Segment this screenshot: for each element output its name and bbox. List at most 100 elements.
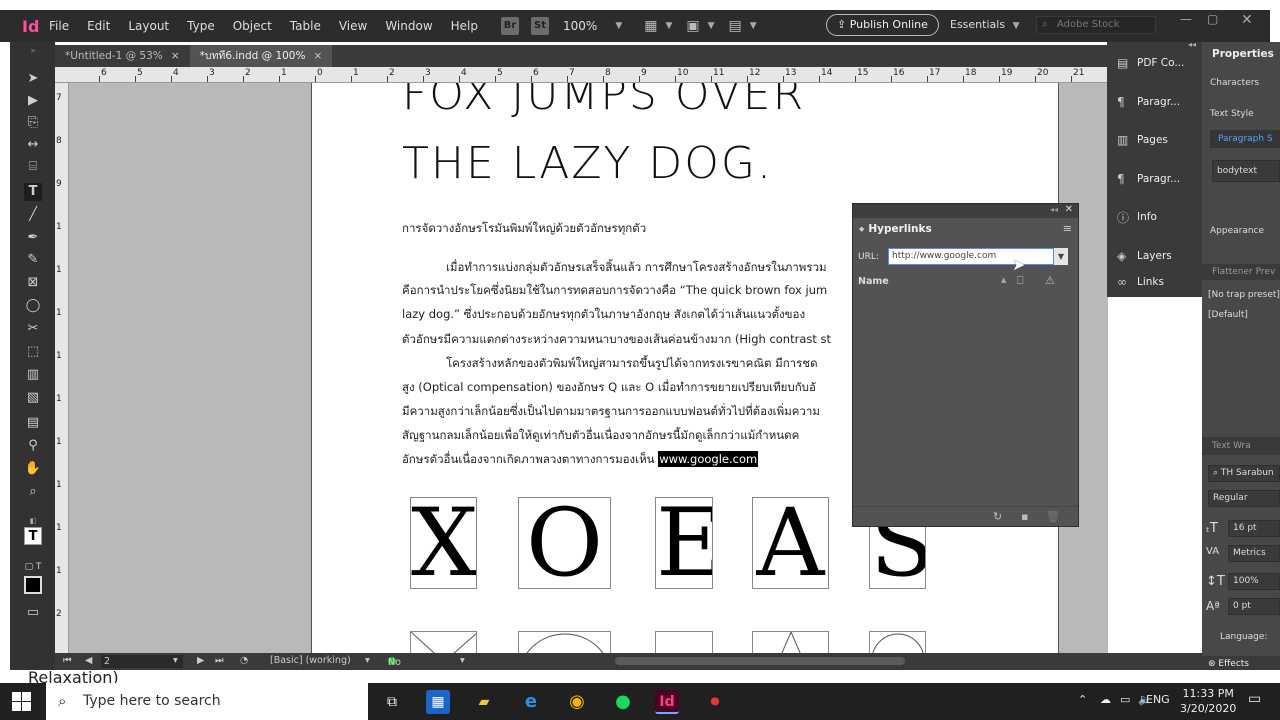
- chevron-down-icon[interactable]: ▾: [173, 655, 178, 666]
- expand-panels-icon[interactable]: ◂◂: [1188, 40, 1196, 49]
- notifications-icon[interactable]: ▭: [1248, 691, 1261, 707]
- menu-table[interactable]: Table: [281, 19, 330, 33]
- panel-pages[interactable]: ▥ Pages: [1117, 130, 1202, 150]
- style-select[interactable]: bodytext: [1212, 160, 1280, 182]
- record-icon[interactable]: ⏺: [703, 690, 727, 714]
- screen-mode-icon[interactable]: ▭: [24, 604, 42, 622]
- chevron-down-icon[interactable]: ▼: [615, 21, 622, 31]
- collapse-panel-icon[interactable]: ◂◂: [1050, 205, 1058, 214]
- tray-chevron-icon[interactable]: ⌃: [1078, 693, 1087, 706]
- first-page-icon[interactable]: ⏮: [63, 655, 72, 666]
- horizontal-scrollbar[interactable]: [615, 657, 905, 665]
- panel-links[interactable]: ∞ Links: [1117, 272, 1202, 292]
- next-page-icon[interactable]: ▶: [197, 655, 204, 666]
- sort-icon[interactable]: ▲: [1001, 276, 1006, 284]
- line-tool-icon[interactable]: ╱: [24, 206, 42, 224]
- panel-paragraph[interactable]: ¶ Paragr...: [1117, 169, 1202, 189]
- pen-tool-icon[interactable]: ✒: [24, 229, 42, 247]
- ellipse-tool-icon[interactable]: ◯: [24, 297, 42, 315]
- task-view-icon[interactable]: ⧉: [380, 690, 404, 714]
- vertical-ruler[interactable]: 7 8 9 1 1 1 1 1 1 1 1 1 2: [55, 83, 69, 653]
- gradient-feather-tool-icon[interactable]: ▧: [24, 389, 42, 407]
- close-icon[interactable]: ×: [313, 50, 322, 62]
- kerning-field[interactable]: Metrics: [1228, 545, 1280, 562]
- direct-selection-tool-icon[interactable]: ▶: [24, 92, 42, 110]
- language-indicator[interactable]: ENG: [1146, 693, 1170, 706]
- note-tool-icon[interactable]: ▤: [24, 414, 42, 432]
- paragraph-style-tab[interactable]: Paragraph S: [1210, 130, 1280, 148]
- baseline-shift-field[interactable]: 0 pt: [1228, 598, 1280, 615]
- scissors-tool-icon[interactable]: ✂: [24, 320, 42, 338]
- close-icon[interactable]: ✕: [1241, 12, 1253, 28]
- free-transform-tool-icon[interactable]: ⬚: [24, 343, 42, 361]
- hyperlinks-panel[interactable]: ◂◂ ✕ ◆ Hyperlinks ≡ URL: http://www.google…: [852, 203, 1079, 527]
- url-input[interactable]: http://www.google.com: [888, 248, 1054, 265]
- menu-file[interactable]: File: [40, 19, 78, 33]
- name-column-header[interactable]: Name: [858, 276, 889, 287]
- formatting-container-icon[interactable]: ▢ T: [24, 558, 42, 576]
- tab-untitled[interactable]: *Untitled-1 @ 53% ×: [55, 45, 190, 67]
- vertical-scale-field[interactable]: 100%: [1228, 573, 1280, 590]
- chevron-down-icon[interactable]: ▼: [665, 21, 672, 31]
- chrome-icon[interactable]: ◉: [565, 690, 589, 714]
- panel-info[interactable]: ⓘ Info: [1117, 207, 1202, 227]
- windows-start-icon[interactable]: [12, 692, 32, 712]
- publish-online-button[interactable]: ⇪ Publish Online: [826, 14, 939, 36]
- menu-window[interactable]: Window: [376, 19, 441, 33]
- close-icon[interactable]: ×: [171, 50, 180, 62]
- workspace-switcher[interactable]: Essentials ▼: [950, 18, 1019, 31]
- file-explorer-icon[interactable]: ▰: [472, 690, 496, 714]
- panel-menu-icon[interactable]: ≡: [1063, 222, 1072, 235]
- status-style[interactable]: [Basic] (working): [270, 655, 351, 666]
- hyperlinks-list[interactable]: [853, 292, 1078, 492]
- horizontal-ruler[interactable]: 6 5 4 3 2 1 0 1 2 3 4 5 6 7 8 9 10 11 12 13 14 15 16 17 18 19 20 21…: [55, 67, 1120, 83]
- fill-stroke-icon[interactable]: [24, 576, 42, 594]
- panel-paragraph-styles[interactable]: ¶ Paragr...: [1117, 92, 1202, 112]
- type-tool-icon[interactable]: T: [24, 183, 42, 201]
- collapse-icon[interactable]: »: [24, 42, 42, 60]
- menu-layout[interactable]: Layout: [119, 19, 178, 33]
- minimize-icon[interactable]: —: [1180, 12, 1192, 26]
- font-family-field[interactable]: ⌕ TH Sarabun: [1208, 465, 1280, 482]
- view-options-icon[interactable]: ▦: [644, 18, 657, 34]
- network-icon[interactable]: ▭: [1120, 693, 1130, 706]
- screen-mode-icon[interactable]: ▣: [686, 18, 699, 34]
- page-number-field[interactable]: 2: [101, 655, 183, 668]
- eyedropper-tool-icon[interactable]: ⚲: [24, 437, 42, 455]
- formatting-text-icon[interactable]: T: [24, 527, 42, 545]
- adobe-stock-search[interactable]: ⌕ Adobe Stock: [1036, 16, 1156, 34]
- edge-icon[interactable]: e: [519, 690, 543, 714]
- font-style-field[interactable]: Regular: [1208, 490, 1280, 507]
- store-icon[interactable]: ▦: [426, 690, 450, 714]
- gap-tool-icon[interactable]: ↔: [24, 136, 42, 154]
- selection-tool-icon[interactable]: ➤: [24, 70, 42, 88]
- content-collector-icon[interactable]: ⌸: [24, 158, 42, 176]
- bridge-button[interactable]: Br: [501, 17, 519, 35]
- tab-chapter6[interactable]: *บทที6.indd @ 100% ×: [189, 45, 333, 67]
- chevron-down-icon[interactable]: ▼: [750, 21, 757, 31]
- arrange-documents-icon[interactable]: ▤: [729, 18, 742, 34]
- menu-type[interactable]: Type: [178, 19, 224, 33]
- cloud-icon[interactable]: ☁: [1100, 693, 1111, 706]
- refresh-icon[interactable]: ↻: [993, 510, 1002, 523]
- taskbar-search[interactable]: ⌕ Type here to search: [46, 683, 368, 720]
- panel-toggle-icon[interactable]: ◆: [859, 225, 864, 233]
- delete-icon[interactable]: 🗑: [1046, 510, 1060, 523]
- page-tool-icon[interactable]: ⎘: [24, 114, 42, 132]
- maximize-icon[interactable]: ▢: [1207, 12, 1218, 26]
- panel-pdf-comments[interactable]: ▤ PDF Co...: [1117, 53, 1202, 73]
- indesign-taskbar-icon[interactable]: Id: [655, 690, 679, 714]
- rectangle-frame-tool-icon[interactable]: ⊠: [24, 274, 42, 292]
- pencil-tool-icon[interactable]: ✎: [24, 251, 42, 269]
- spotify-icon[interactable]: ●: [611, 690, 635, 714]
- new-hyperlink-icon[interactable]: ▪: [1021, 510, 1028, 523]
- chevron-down-icon[interactable]: ▾: [460, 655, 465, 666]
- chevron-down-icon[interactable]: ▼: [1054, 248, 1068, 265]
- menu-edit[interactable]: Edit: [78, 19, 119, 33]
- text-wrap-tab[interactable]: Text Wra: [1202, 437, 1280, 455]
- panel-layers[interactable]: ◈ Layers: [1117, 246, 1202, 266]
- gradient-tool-icon[interactable]: ▥: [24, 366, 42, 384]
- menu-view[interactable]: View: [330, 19, 376, 33]
- close-icon[interactable]: ✕: [1065, 204, 1073, 215]
- chevron-down-icon[interactable]: ▾: [365, 655, 370, 666]
